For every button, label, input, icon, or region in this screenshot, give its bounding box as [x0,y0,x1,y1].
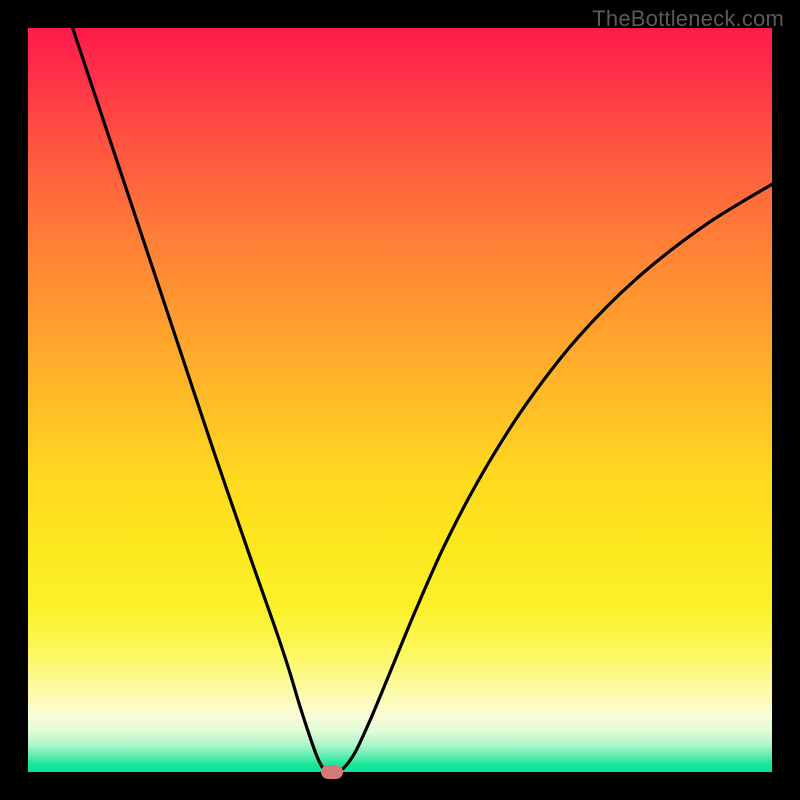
watermark-text: TheBottleneck.com [592,6,784,32]
bottleneck-curve-svg [28,28,772,772]
bottleneck-curve-path [73,28,772,772]
chart-frame [28,28,772,772]
optimal-point-marker [321,765,343,779]
